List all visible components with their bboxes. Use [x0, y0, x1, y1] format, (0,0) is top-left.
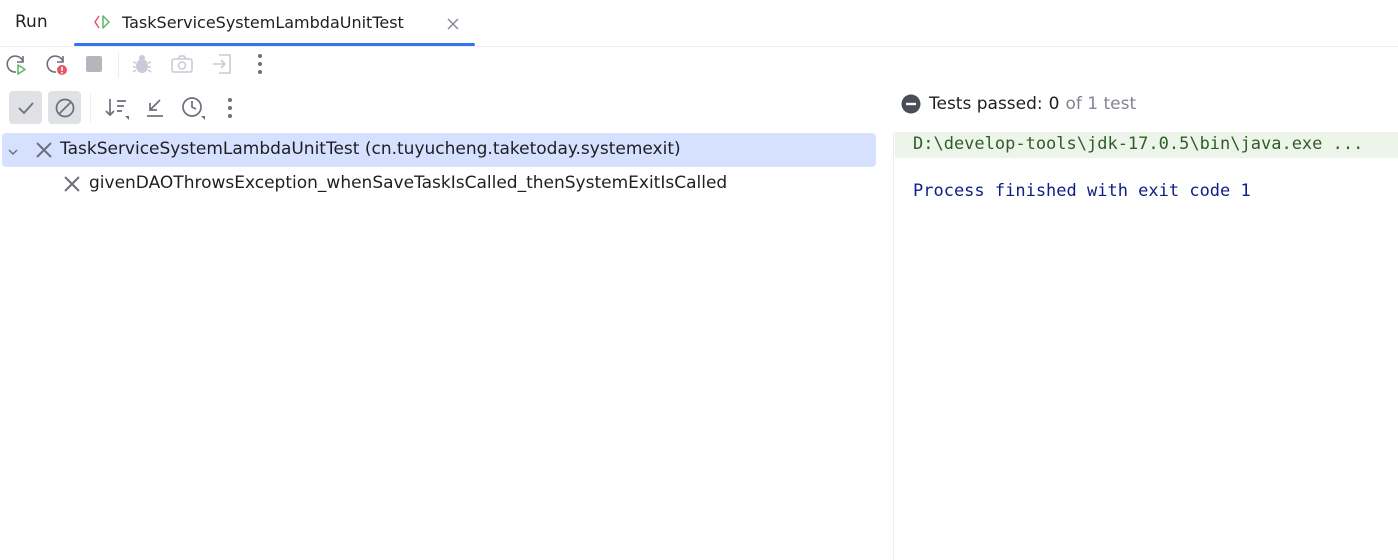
exit-icon	[213, 54, 231, 74]
tab-label: TaskServiceSystemLambdaUnitTest	[122, 13, 404, 32]
collapse-button[interactable]	[138, 91, 171, 124]
ignored-icon	[55, 98, 74, 117]
dump-threads-button[interactable]	[168, 50, 196, 78]
process-exit-message: Process finished with exit code 1	[913, 181, 1251, 201]
camera-icon	[171, 55, 193, 73]
stop-icon	[86, 56, 102, 72]
panel-title: Run	[15, 12, 48, 32]
toolbar-divider	[118, 52, 119, 78]
stop-button[interactable]	[80, 50, 108, 78]
test-results-tree: TaskServiceSystemLambdaUnitTest (cn.tuyu…	[0, 132, 893, 560]
tree-row-label: TaskServiceSystemLambdaUnitTest (cn.tuyu…	[60, 139, 681, 159]
sort-icon	[104, 98, 129, 120]
more-options-button[interactable]	[248, 50, 272, 78]
status-total: of 1 test	[1065, 94, 1137, 114]
show-ignored-toggle[interactable]	[48, 91, 81, 124]
tree-row-label: givenDAOThrowsException_whenSaveTaskIsCa…	[89, 173, 728, 193]
stopped-status-icon	[901, 94, 921, 114]
rerun-icon	[6, 55, 26, 75]
test-status-summary: Tests passed: 0 of 1 test	[901, 92, 1136, 116]
debug-button[interactable]	[128, 50, 156, 78]
history-icon	[181, 96, 205, 120]
debug-icon	[132, 55, 152, 73]
close-icon[interactable]	[446, 16, 460, 35]
sort-button[interactable]	[100, 91, 133, 124]
run-tool-window-header: Run TaskServiceSystemLambdaUnitTest	[0, 0, 1398, 47]
test-history-button[interactable]	[176, 91, 209, 124]
failed-test-icon	[64, 176, 80, 197]
more-options-button[interactable]	[218, 91, 242, 124]
tab-run-configuration[interactable]: TaskServiceSystemLambdaUnitTest	[74, 0, 475, 46]
active-tab-indicator	[74, 43, 475, 46]
rerun-failed-icon	[46, 55, 67, 75]
status-passed-count: 0	[1048, 94, 1060, 114]
command-line-text[interactable]: D:\develop-tools\jdk-17.0.5\bin\java.exe…	[913, 134, 1363, 154]
panel-splitter[interactable]	[893, 132, 894, 560]
failed-test-icon	[36, 142, 52, 163]
status-prefix: Tests passed:	[929, 94, 1043, 114]
more-vertical-icon	[228, 97, 232, 118]
rerun-button[interactable]	[2, 50, 30, 78]
run-toolbar	[0, 48, 300, 82]
console-output[interactable]: D:\develop-tools\jdk-17.0.5\bin\java.exe…	[895, 132, 1398, 560]
test-config-icon	[92, 13, 114, 35]
tree-row-test-method[interactable]: givenDAOThrowsException_whenSaveTaskIsCa…	[2, 167, 876, 201]
rerun-failed-button[interactable]	[42, 50, 70, 78]
command-line-row: D:\develop-tools\jdk-17.0.5\bin\java.exe…	[895, 132, 1398, 158]
exit-button[interactable]	[208, 50, 236, 78]
chevron-down-icon[interactable]	[7, 143, 19, 163]
collapse-icon	[146, 98, 163, 117]
toolbar-divider	[90, 94, 91, 122]
more-vertical-icon	[258, 54, 262, 74]
tree-row-test-class[interactable]: TaskServiceSystemLambdaUnitTest (cn.tuyu…	[2, 133, 876, 167]
checkmark-icon	[17, 101, 34, 114]
show-passed-toggle[interactable]	[9, 91, 42, 124]
test-tree-toolbar	[0, 88, 300, 128]
